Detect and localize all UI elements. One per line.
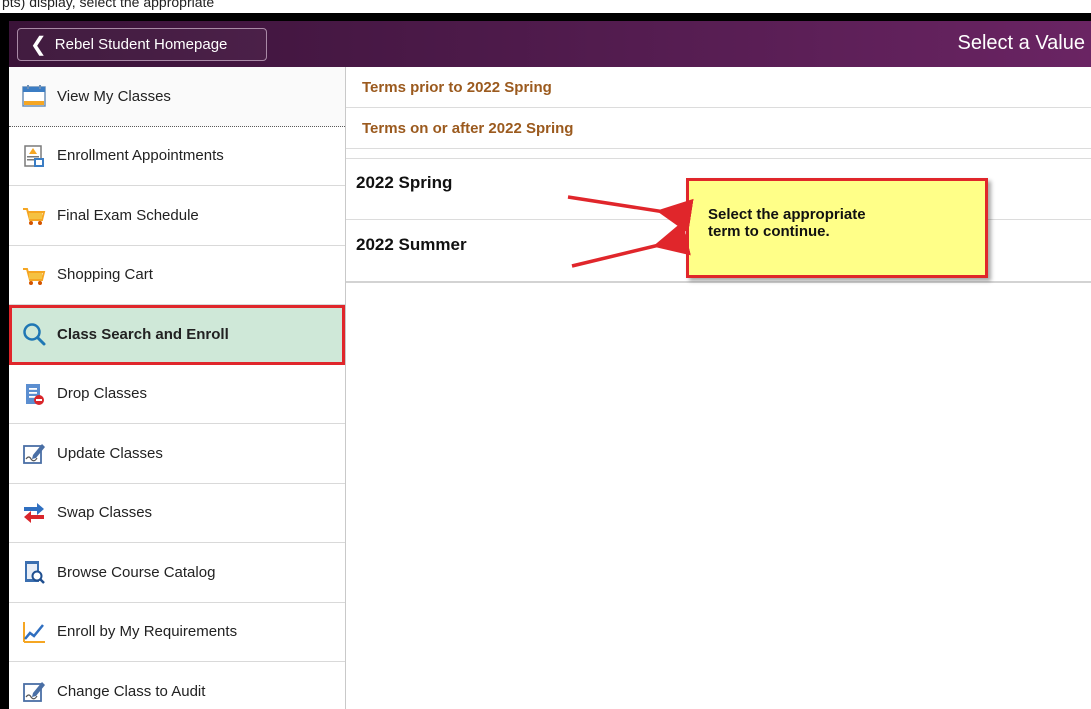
back-button[interactable]: ❮ Rebel Student Homepage <box>17 28 267 61</box>
search-icon <box>21 321 47 347</box>
sidebar-item-label: Class Search and Enroll <box>57 325 229 343</box>
back-button-label: Rebel Student Homepage <box>54 36 228 53</box>
sidebar-item-swap-classes[interactable]: Swap Classes <box>9 483 345 543</box>
term-option-label: 2022 Summer <box>356 234 467 254</box>
chart-icon <box>21 619 47 645</box>
appointment-icon <box>21 143 47 169</box>
page-header: ❮ Rebel Student Homepage Select a Value <box>9 21 1091 67</box>
sidebar-item-browse-course-catalog[interactable]: Browse Course Catalog <box>9 543 345 603</box>
sidebar-item-label: Enroll by My Requirements <box>57 623 238 641</box>
sidebar-item-enrollment-appointments[interactable]: Enrollment Appointments <box>9 126 345 186</box>
instruction-banner: pts) display, select the appropriate <box>0 0 1091 13</box>
sidebar-item-update-classes[interactable]: Update Classes <box>9 424 345 484</box>
term-selection-panel: Terms prior to 2022 Spring Terms on or a… <box>346 67 1091 709</box>
sidebar-item-final-exam-schedule[interactable]: Final Exam Schedule <box>9 186 345 246</box>
catalog-icon <box>21 559 47 585</box>
drop-icon <box>21 381 47 407</box>
banner-text: pts) display, select the appropriate <box>2 0 215 10</box>
chevron-left-icon: ❮ <box>30 33 47 56</box>
app-frame: ❮ Rebel Student Homepage Select a Value … <box>0 13 1091 709</box>
sidebar-item-label: Update Classes <box>57 444 163 462</box>
calendar-icon <box>21 83 47 109</box>
cart-icon <box>21 202 47 228</box>
sidebar: View My Classes Enrollment Appointments … <box>9 67 346 709</box>
sidebar-item-label: Shopping Cart <box>57 266 153 284</box>
divider <box>346 149 1091 159</box>
instruction-callout: Select the appropriate term to continue. <box>686 178 988 278</box>
sidebar-item-label: Enrollment Appointments <box>57 147 224 165</box>
swap-icon <box>21 500 47 526</box>
edit-icon <box>21 678 47 704</box>
sidebar-item-label: Change Class to Audit <box>57 682 206 700</box>
edit-icon <box>21 440 47 466</box>
sidebar-item-label: Drop Classes <box>57 385 148 403</box>
sidebar-item-shopping-cart[interactable]: Shopping Cart <box>9 245 345 305</box>
sidebar-item-class-search-and-enroll[interactable]: Class Search and Enroll <box>9 305 345 365</box>
sidebar-item-enroll-by-my-requirements[interactable]: Enroll by My Requirements <box>9 602 345 662</box>
term-option-label: 2022 Spring <box>356 173 453 192</box>
sidebar-item-change-class-to-audit[interactable]: Change Class to Audit <box>9 662 345 709</box>
cart-icon <box>21 262 47 288</box>
sidebar-item-label: Swap Classes <box>57 504 153 522</box>
callout-line-2: term to continue. <box>708 223 830 240</box>
sidebar-item-label: View My Classes <box>57 87 171 105</box>
page-title: Select a Value <box>957 32 1086 54</box>
callout-line-1: Select the appropriate <box>708 206 866 223</box>
term-group-on-or-after[interactable]: Terms on or after 2022 Spring <box>346 108 1091 149</box>
sidebar-item-label: Browse Course Catalog <box>57 563 216 581</box>
sidebar-item-view-my-classes[interactable]: View My Classes <box>9 67 345 127</box>
sidebar-item-drop-classes[interactable]: Drop Classes <box>9 364 345 424</box>
term-group-prior[interactable]: Terms prior to 2022 Spring <box>346 67 1091 108</box>
sidebar-item-label: Final Exam Schedule <box>57 206 199 224</box>
